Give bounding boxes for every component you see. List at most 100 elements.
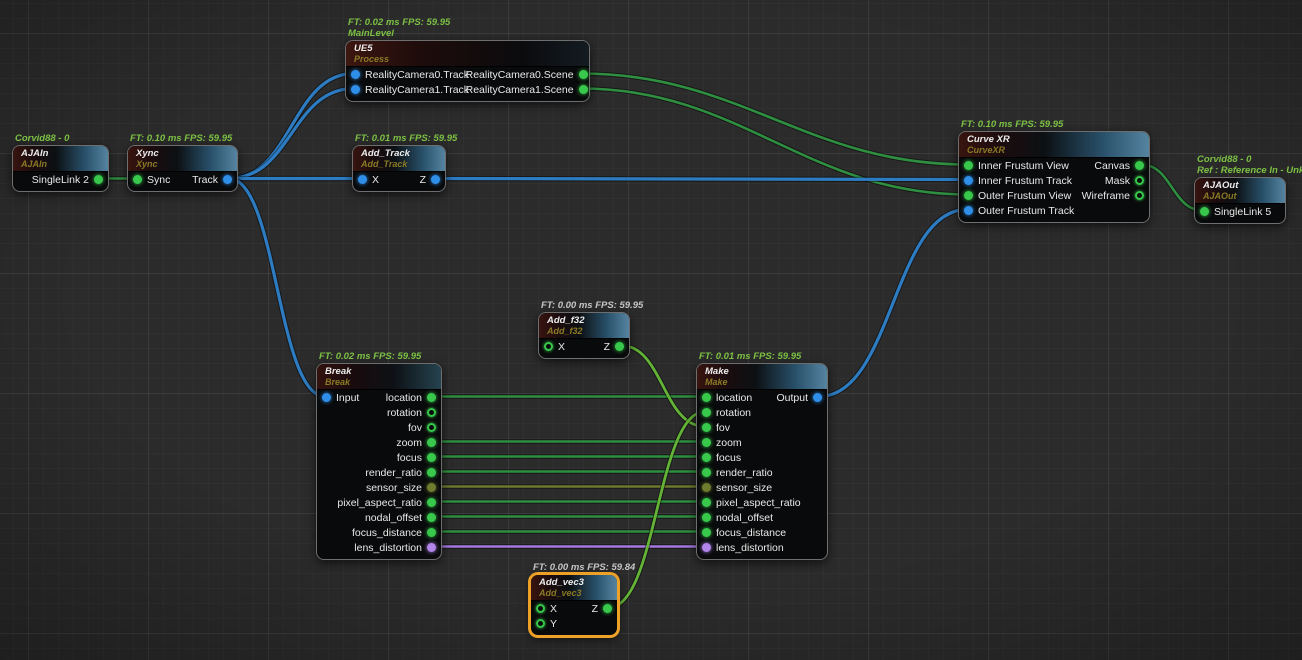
port-zoom[interactable]: [702, 438, 711, 447]
port-zoom[interactable]: [427, 438, 436, 447]
input-port-group: rotation: [702, 407, 751, 419]
node-row: nodal_offset: [317, 510, 441, 525]
port-Z[interactable]: [615, 342, 624, 351]
port-fov[interactable]: [427, 423, 436, 432]
port-label: Sync: [147, 174, 170, 186]
node-AJAIn[interactable]: Corvid88 - 0AJAInAJAInSingleLink 2: [12, 145, 109, 192]
node-CurveXR[interactable]: FT: 0.10 ms FPS: 59.95Curve XRCurveXRInn…: [958, 131, 1150, 223]
port-RealityCamera0.Scene[interactable]: [579, 70, 588, 79]
node-UE5[interactable]: FT: 0.02 ms FPS: 59.95MainLevelUE5Proces…: [345, 40, 590, 102]
port-Outer Frustum View[interactable]: [964, 191, 973, 200]
port-label: Z: [592, 603, 598, 615]
node-header: BreakBreak: [317, 364, 441, 390]
input-port-group: pixel_aspect_ratio: [702, 497, 801, 509]
port-label: Canvas: [1094, 160, 1130, 172]
port-render_ratio[interactable]: [427, 468, 436, 477]
port-Z[interactable]: [431, 175, 440, 184]
port-location[interactable]: [702, 393, 711, 402]
port-SingleLink 5[interactable]: [1200, 207, 1209, 216]
port-lens_distortion[interactable]: [427, 543, 436, 552]
node-Add_f32[interactable]: FT: 0.00 ms FPS: 59.95Add_f32Add_f32XZ: [538, 312, 630, 359]
node-header: XyncXync: [128, 146, 237, 172]
port-label: Input: [336, 392, 359, 404]
port-RealityCamera1.Track[interactable]: [351, 85, 360, 94]
port-X[interactable]: [544, 342, 553, 351]
port-nodal_offset[interactable]: [427, 513, 436, 522]
node-row: focus_distance: [697, 525, 827, 540]
node-title: Add_f32: [547, 316, 629, 326]
port-Z[interactable]: [603, 604, 612, 613]
port-label: SingleLink 2: [32, 174, 89, 186]
node-subtitle: CurveXR: [967, 145, 1149, 155]
port-Mask[interactable]: [1135, 176, 1144, 185]
node-header: Curve XRCurveXR: [959, 132, 1149, 158]
port-focus_distance[interactable]: [702, 528, 711, 537]
port-Sync[interactable]: [133, 175, 142, 184]
node-title: Make: [705, 367, 827, 377]
port-Canvas[interactable]: [1135, 161, 1144, 170]
port-X[interactable]: [536, 604, 545, 613]
node-row: pixel_aspect_ratio: [317, 495, 441, 510]
input-port-group: lens_distortion: [702, 542, 784, 554]
port-pixel_aspect_ratio[interactable]: [427, 498, 436, 507]
port-Inner Frustum View[interactable]: [964, 161, 973, 170]
port-pixel_aspect_ratio[interactable]: [702, 498, 711, 507]
node-title: UE5: [354, 44, 589, 54]
node-Add_Track[interactable]: FT: 0.01 ms FPS: 59.95Add_TrackAdd_Track…: [352, 145, 446, 192]
wire-layer: [0, 0, 1302, 660]
port-label: RealityCamera0.Scene: [466, 69, 574, 81]
port-Outer Frustum Track[interactable]: [964, 206, 973, 215]
port-Input[interactable]: [322, 393, 331, 402]
node-row: lens_distortion: [697, 540, 827, 555]
node-row: render_ratio: [317, 465, 441, 480]
port-label: focus: [397, 452, 422, 464]
wire[interactable]: [437, 179, 967, 180]
port-SingleLink 2[interactable]: [94, 175, 103, 184]
port-label: location: [716, 392, 752, 404]
node-Xync[interactable]: FT: 0.10 ms FPS: 59.95XyncXyncSyncTrack: [127, 145, 238, 192]
port-focus[interactable]: [427, 453, 436, 462]
node-Break[interactable]: FT: 0.02 ms FPS: 59.95BreakBreakInputloc…: [316, 363, 442, 560]
port-label: Outer Frustum Track: [978, 205, 1074, 217]
port-label: RealityCamera0.Track: [365, 69, 469, 81]
output-port-group: nodal_offset: [365, 512, 436, 524]
port-Wireframe[interactable]: [1135, 191, 1144, 200]
node-row: focus: [317, 450, 441, 465]
port-Y[interactable]: [536, 619, 545, 628]
port-render_ratio[interactable]: [702, 468, 711, 477]
port-rotation[interactable]: [427, 408, 436, 417]
port-nodal_offset[interactable]: [702, 513, 711, 522]
wire[interactable]: [819, 210, 967, 397]
port-Track[interactable]: [223, 175, 232, 184]
node-subtitle: Process: [354, 54, 589, 64]
node-Make[interactable]: FT: 0.01 ms FPS: 59.95MakeMakelocationOu…: [696, 363, 828, 560]
port-location[interactable]: [427, 393, 436, 402]
port-RealityCamera0.Track[interactable]: [351, 70, 360, 79]
port-rotation[interactable]: [702, 408, 711, 417]
port-Output[interactable]: [813, 393, 822, 402]
port-focus[interactable]: [702, 453, 711, 462]
node-subtitle: Add_Track: [361, 159, 445, 169]
node-row: Inner Frustum TrackMask: [959, 173, 1149, 188]
node-row: rotation: [317, 405, 441, 420]
port-sensor_size[interactable]: [702, 483, 711, 492]
port-lens_distortion[interactable]: [702, 543, 711, 552]
port-focus_distance[interactable]: [427, 528, 436, 537]
output-port-group: SingleLink 2: [32, 174, 103, 186]
port-Inner Frustum Track[interactable]: [964, 176, 973, 185]
node-graph-canvas[interactable]: Corvid88 - 0AJAInAJAInSingleLink 2 FT: 0.…: [0, 0, 1302, 660]
node-subtitle: Make: [705, 377, 827, 387]
node-row: Outer Frustum ViewWireframe: [959, 188, 1149, 203]
input-port-group: location: [702, 392, 752, 404]
port-X[interactable]: [358, 175, 367, 184]
output-port-group: pixel_aspect_ratio: [337, 497, 436, 509]
wire[interactable]: [229, 89, 354, 179]
wire[interactable]: [229, 179, 325, 397]
node-Add_vec3[interactable]: FT: 0.00 ms FPS: 59.84Add_vec3Add_vec3XZ…: [530, 574, 618, 636]
port-fov[interactable]: [702, 423, 711, 432]
port-RealityCamera1.Scene[interactable]: [579, 85, 588, 94]
wire[interactable]: [581, 74, 967, 165]
port-sensor_size[interactable]: [427, 483, 436, 492]
node-AJAOut[interactable]: Corvid88 - 0Ref : Reference In - Unknown…: [1194, 177, 1286, 224]
node-title: Break: [325, 367, 441, 377]
